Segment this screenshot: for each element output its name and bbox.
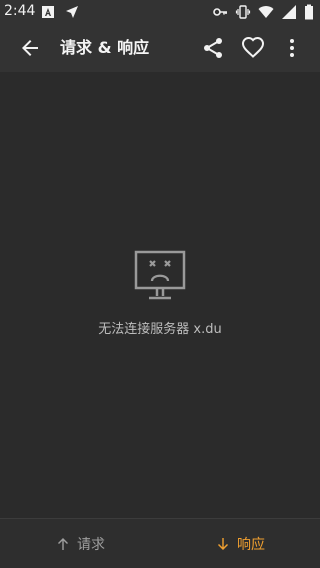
more-options-button[interactable] [280, 36, 304, 60]
more-vert-icon [290, 39, 294, 57]
arrow-down-icon [218, 537, 228, 550]
status-bar: 2:44 [0, 0, 320, 24]
vpn-key-icon [212, 4, 228, 20]
signal-icon [281, 4, 297, 20]
wifi-icon [258, 4, 274, 20]
bottom-tab-bar: 请求 响应 [0, 518, 320, 568]
favorite-button[interactable] [241, 36, 265, 60]
heart-outline-icon [241, 36, 265, 58]
disconnected-monitor-icon [131, 248, 189, 306]
vibrate-icon [235, 4, 251, 20]
back-button[interactable] [18, 36, 42, 60]
error-state: 无法连接服务器 x.du [0, 248, 320, 337]
status-time: 2:44 [4, 3, 36, 19]
status-left-icons [40, 4, 80, 20]
navigation-arrow-icon [64, 4, 80, 20]
tab-response-label: 响应 [237, 536, 265, 553]
arrow-up-icon [58, 537, 68, 550]
battery-icon [304, 4, 314, 20]
tab-request[interactable]: 请求 [0, 519, 160, 568]
error-message: 无法连接服务器 x.du [98, 322, 222, 337]
status-right-icons [212, 4, 314, 20]
notification-a-icon [40, 4, 56, 20]
arrow-back-icon [22, 40, 38, 56]
app-bar: 请求 & 响应 [0, 24, 320, 72]
share-button[interactable] [201, 36, 225, 60]
page-title: 请求 & 响应 [60, 38, 150, 57]
tab-request-label: 请求 [77, 536, 105, 553]
response-content: 无法连接服务器 x.du [0, 72, 320, 518]
tab-response[interactable]: 响应 [160, 519, 320, 568]
share-icon [204, 38, 222, 58]
